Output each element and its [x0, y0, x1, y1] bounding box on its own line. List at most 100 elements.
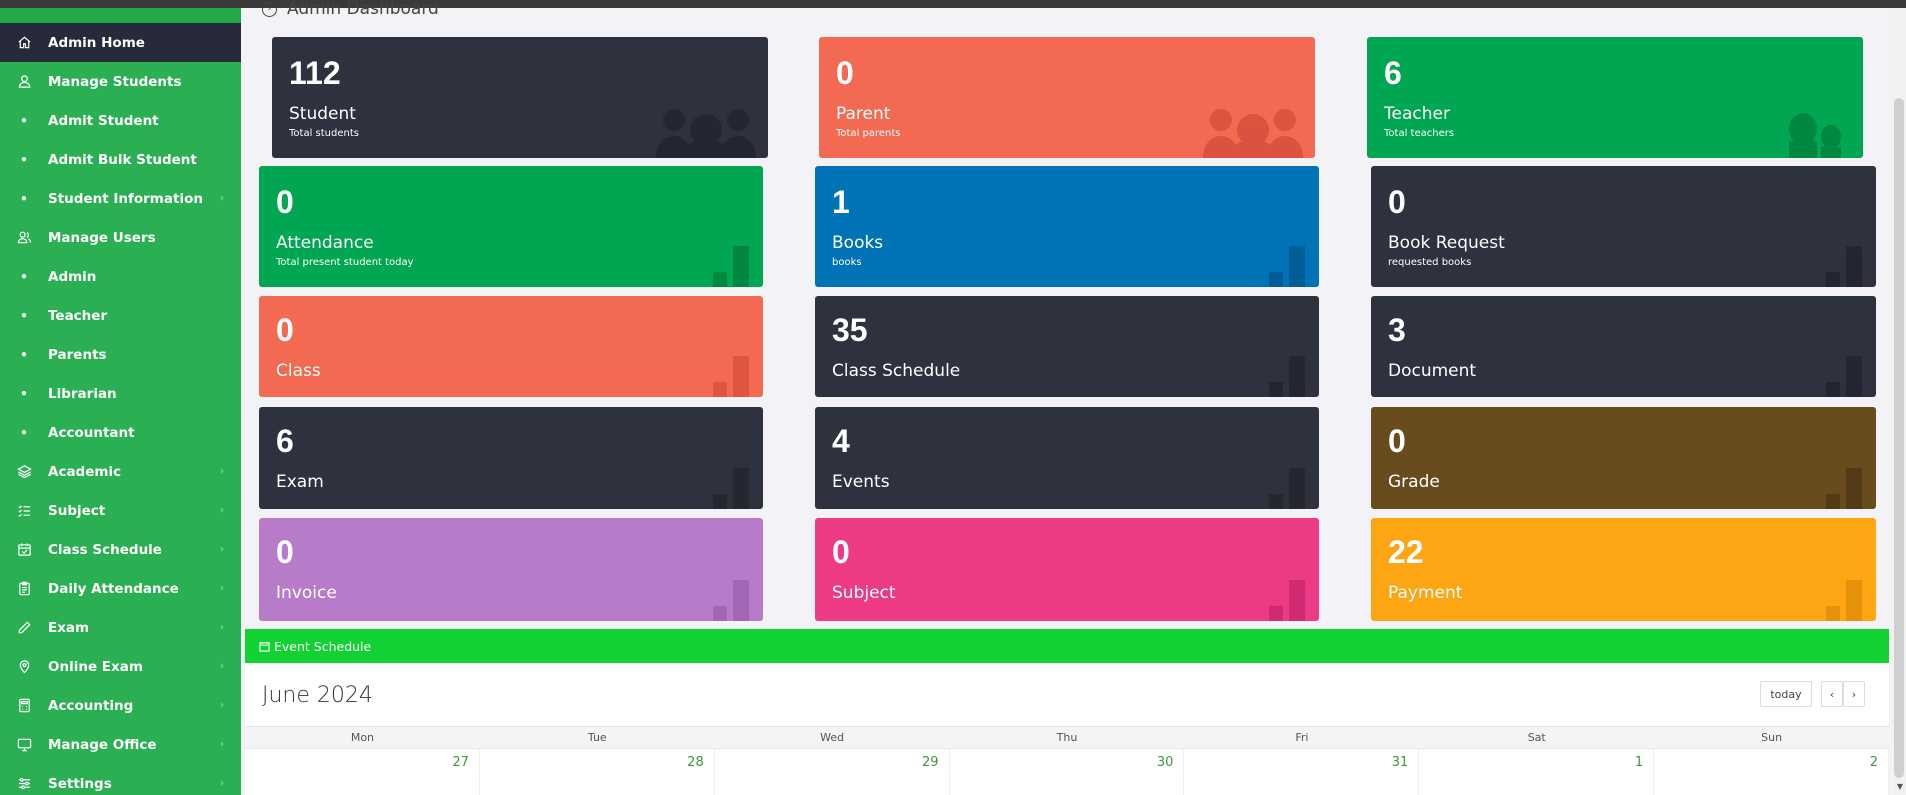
- sidebar-item-daily-attendance[interactable]: Daily Attendance ›: [0, 569, 241, 608]
- calendar-day-cell[interactable]: 29: [715, 749, 950, 795]
- stat-card-grade[interactable]: 0 Grade: [1371, 407, 1876, 509]
- calendar-day-cell[interactable]: 30: [950, 749, 1185, 795]
- sidebar: Admin Home Manage Students • Admit Stude…: [0, 8, 241, 795]
- sidebar-item-label: Settings: [48, 775, 112, 792]
- stat-card-invoice[interactable]: 0 Invoice: [259, 518, 763, 621]
- sidebar-item-label: Manage Office: [48, 736, 157, 753]
- card-value: 0: [832, 534, 850, 570]
- stat-card-teacher[interactable]: 6 Teacher Total teachers: [1367, 37, 1863, 158]
- sidebar-item-exam[interactable]: Exam ›: [0, 608, 241, 647]
- sidebar-item-label: Admin Home: [48, 34, 145, 51]
- weekday-label: Sun: [1761, 731, 1783, 744]
- bullet-icon: •: [20, 152, 28, 167]
- bar-chart-icon: [1269, 246, 1305, 287]
- sidebar-item-admit-student[interactable]: • Admit Student: [0, 101, 241, 140]
- stat-card-attendance[interactable]: 0 Attendance Total present student today: [259, 166, 763, 287]
- event-schedule-title: Event Schedule: [274, 638, 372, 654]
- sidebar-item-manage-office[interactable]: Manage Office ›: [0, 725, 241, 764]
- card-value: 35: [832, 312, 868, 348]
- card-label: Exam: [276, 472, 324, 492]
- sidebar-item-accountant[interactable]: • Accountant: [0, 413, 241, 452]
- calendar-day-cell[interactable]: 27: [245, 749, 480, 795]
- sidebar-item-label: Teacher: [48, 307, 108, 324]
- today-button[interactable]: today: [1760, 681, 1812, 707]
- sidebar-item-class-schedule[interactable]: Class Schedule ›: [0, 530, 241, 569]
- card-subtitle: Total parents: [836, 128, 901, 139]
- sidebar-item-parents[interactable]: • Parents: [0, 335, 241, 374]
- card-label: Payment: [1388, 583, 1463, 603]
- stat-card-payment[interactable]: 22 Payment: [1371, 518, 1876, 621]
- stat-card-parent[interactable]: 0 Parent Total parents: [819, 37, 1315, 158]
- card-label: Document: [1388, 361, 1477, 381]
- stat-card-document[interactable]: 3 Document: [1371, 296, 1876, 397]
- chevron-right-icon: ›: [220, 505, 224, 516]
- sidebar-item-admin[interactable]: • Admin: [0, 257, 241, 296]
- card-value: 1: [832, 184, 850, 220]
- event-schedule-panel: Event Schedule June 2024 today ‹ › Mon T…: [245, 629, 1890, 795]
- sidebar-item-manage-users[interactable]: Manage Users: [0, 218, 241, 257]
- calendar-weekday-header: Mon Tue Wed Thu Fri Sat Sun: [245, 726, 1889, 749]
- card-value: 3: [1388, 312, 1406, 348]
- sidebar-item-subject[interactable]: Subject ›: [0, 491, 241, 530]
- sidebar-item-academic[interactable]: Academic ›: [0, 452, 241, 491]
- monitor-icon: [0, 737, 48, 752]
- bar-chart-icon: [713, 580, 749, 621]
- sidebar-item-teacher[interactable]: • Teacher: [0, 296, 241, 335]
- stat-card-class-schedule[interactable]: 35 Class Schedule: [815, 296, 1319, 397]
- stat-card-events[interactable]: 4 Events: [815, 407, 1319, 509]
- sidebar-item-online-exam[interactable]: Online Exam ›: [0, 647, 241, 686]
- sidebar-item-label: Admin: [48, 268, 97, 285]
- card-value: 0: [1388, 184, 1406, 220]
- bullet-icon: •: [20, 269, 28, 284]
- teacher-silhouette-icon: [1789, 113, 1841, 158]
- prev-month-button[interactable]: ‹: [1821, 681, 1843, 707]
- stat-card-student[interactable]: 112 Student Total students: [272, 37, 768, 158]
- bullet-icon: •: [20, 386, 28, 401]
- chevron-right-icon: ›: [220, 583, 224, 594]
- bar-chart-icon: [1269, 356, 1305, 397]
- sidebar-item-admin-home[interactable]: Admin Home: [0, 23, 241, 62]
- stat-card-book-request[interactable]: 0 Book Request requested books: [1371, 166, 1876, 287]
- calendar-day-cell[interactable]: 1: [1419, 749, 1655, 795]
- calendar-day-cell[interactable]: 2: [1654, 749, 1890, 795]
- list-icon: [0, 503, 48, 518]
- bar-chart-icon: [1826, 246, 1862, 287]
- sidebar-item-label: Subject: [48, 502, 106, 519]
- next-month-button[interactable]: ›: [1843, 681, 1865, 707]
- sidebar-item-admit-bulk-student[interactable]: • Admit Bulk Student: [0, 140, 241, 179]
- sidebar-item-accounting[interactable]: Accounting ›: [0, 686, 241, 725]
- stat-card-exam[interactable]: 6 Exam: [259, 407, 763, 509]
- page-scrollbar[interactable]: ▼: [1892, 8, 1906, 795]
- card-value: 0: [276, 184, 294, 220]
- sidebar-item-label: Manage Students: [48, 73, 182, 90]
- sidebar-item-label: Class Schedule: [48, 541, 162, 558]
- bar-chart-icon: [1826, 468, 1862, 509]
- card-value: 0: [1388, 423, 1406, 459]
- scroll-down-arrow-icon[interactable]: ▼: [1897, 782, 1903, 791]
- chevron-right-icon: ›: [220, 700, 224, 711]
- bar-chart-icon: [1826, 580, 1862, 621]
- calendar-week-row: 27 28 29 30 31 1 2: [245, 749, 1890, 795]
- card-label: Events: [832, 472, 890, 492]
- weekday-label: Wed: [820, 731, 845, 744]
- bar-chart-icon: [1269, 580, 1305, 621]
- card-subtitle: books: [832, 257, 862, 268]
- weekday-label: Fri: [1295, 731, 1309, 744]
- sidebar-item-label: Librarian: [48, 385, 117, 402]
- calendar-day-cell[interactable]: 28: [480, 749, 715, 795]
- stat-card-subject[interactable]: 0 Subject: [815, 518, 1319, 621]
- card-value: 112: [289, 55, 341, 91]
- calendar-month-title: June 2024: [262, 683, 373, 708]
- calendar-day-cell[interactable]: 31: [1184, 749, 1420, 795]
- calendar-icon: [259, 641, 270, 652]
- card-subtitle: Total teachers: [1384, 128, 1455, 139]
- stat-card-books[interactable]: 1 Books books: [815, 166, 1319, 287]
- card-label: Invoice: [276, 583, 337, 603]
- stat-card-class[interactable]: 0 Class: [259, 296, 763, 397]
- sidebar-item-student-information[interactable]: • Student Information ›: [0, 179, 241, 218]
- scrollbar-thumb[interactable]: [1894, 98, 1904, 778]
- sidebar-item-librarian[interactable]: • Librarian: [0, 374, 241, 413]
- card-subtitle: requested books: [1388, 257, 1472, 268]
- sidebar-item-settings[interactable]: Settings ›: [0, 764, 241, 795]
- sidebar-item-manage-students[interactable]: Manage Students: [0, 62, 241, 101]
